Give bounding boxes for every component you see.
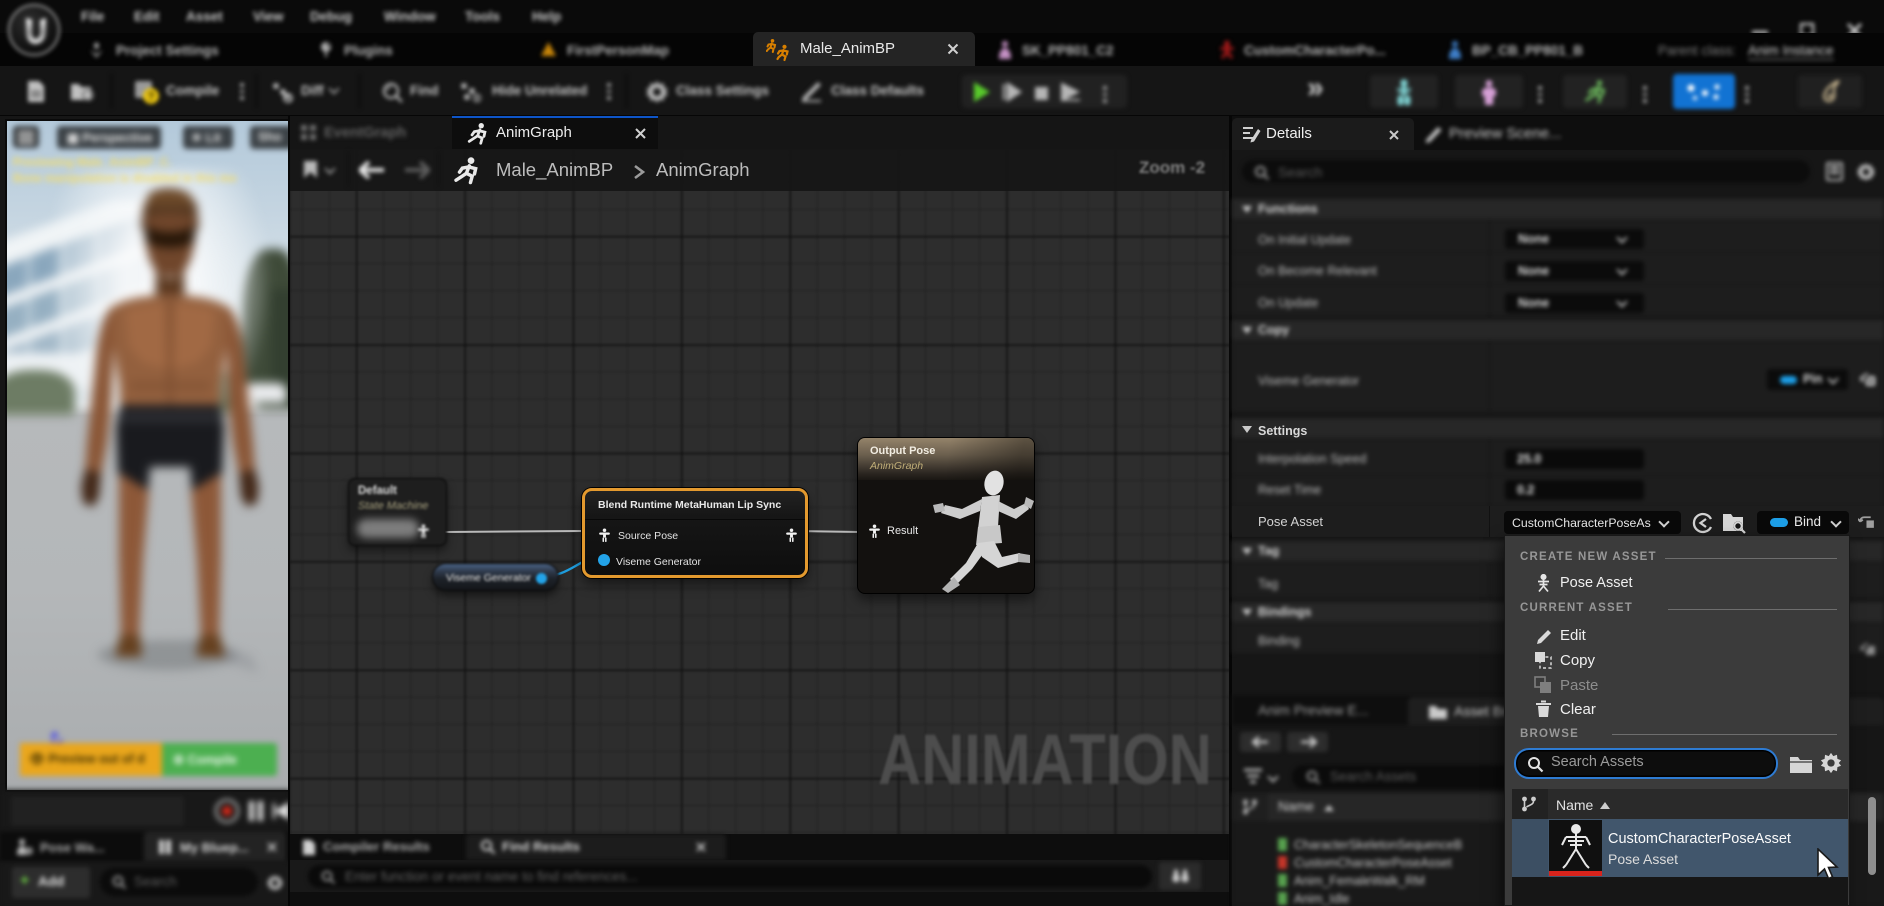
- svg-text:?: ?: [147, 90, 154, 104]
